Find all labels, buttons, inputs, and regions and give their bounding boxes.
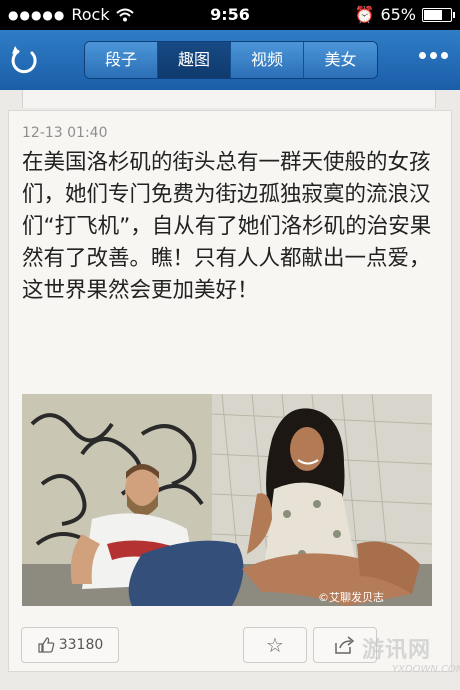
status-bar: ●●●●● Rock 9:56 ⏰ 65% <box>0 0 460 30</box>
tab-qutu[interactable]: 趣图 <box>158 42 231 78</box>
tab-meinv[interactable]: 美女 <box>304 42 377 78</box>
post-card: 12-13 01:40 在美国洛杉矶的街头总有一群天使般的女孩们，她们专门免费为… <box>8 110 452 672</box>
tab-shipin[interactable]: 视频 <box>231 42 304 78</box>
star-icon: ☆ <box>266 633 284 657</box>
alarm-icon: ⏰ <box>354 5 375 24</box>
like-button[interactable]: 33180 <box>21 627 119 663</box>
battery-icon <box>422 7 455 22</box>
battery-percent: 65% <box>380 5 416 24</box>
top-navbar: 段子 趣图 视频 美女 <box>0 30 460 90</box>
photo-watermark: ©艾聊发贝志 <box>318 590 384 604</box>
post-image[interactable]: ©艾聊发贝志 <box>22 394 432 606</box>
post-timestamp: 12-13 01:40 <box>22 125 108 141</box>
more-icon[interactable] <box>419 52 448 59</box>
site-watermark: 游讯网 YXDOWN.COM <box>362 632 460 675</box>
thumbs-up-icon <box>38 637 54 653</box>
post-text: 在美国洛杉矶的街头总有一群天使般的女孩们，她们专门免费为街边孤独寂寞的流浪汉们“… <box>22 150 432 303</box>
favorite-button[interactable]: ☆ <box>243 627 307 663</box>
watermark-main: 游讯网 <box>362 638 432 663</box>
watermark-sub: YXDOWN.COM <box>392 664 460 675</box>
like-count: 33180 <box>58 637 104 653</box>
tab-duanzi[interactable]: 段子 <box>85 42 158 78</box>
share-icon <box>335 636 355 654</box>
refresh-icon[interactable] <box>8 44 40 76</box>
category-tabs: 段子 趣图 视频 美女 <box>84 41 378 79</box>
previous-card-edge <box>22 90 436 108</box>
